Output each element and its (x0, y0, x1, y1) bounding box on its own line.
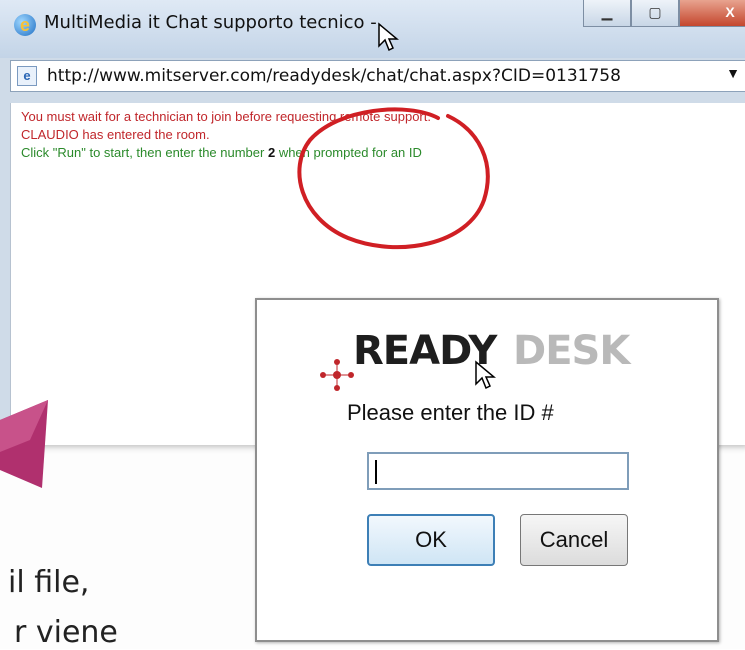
readydesk-logo: READY DESK (317, 320, 630, 391)
maximize-button[interactable]: ▢ (631, 0, 679, 27)
logo-desk-text: DESK (513, 328, 630, 374)
minimize-button[interactable]: ▁ (583, 0, 631, 27)
address-url[interactable]: http://www.mitserver.com/readydesk/chat/… (47, 66, 621, 86)
annotation-circle (297, 107, 490, 250)
ok-button[interactable]: OK (367, 514, 495, 566)
chat-message: CLAUDIO has entered the room. (21, 127, 210, 142)
close-button[interactable]: X (679, 0, 745, 27)
text-caret (375, 460, 377, 484)
id-entry-dialog: READY DESK Please enter the ID # OK Canc… (255, 298, 719, 642)
internet-explorer-icon: e (14, 14, 36, 36)
decorative-arrow-shape (0, 400, 48, 488)
id-prompt-label: Please enter the ID # (347, 400, 554, 425)
cancel-button[interactable]: Cancel (520, 514, 628, 566)
address-bar[interactable]: e http://www.mitserver.com/readydesk/cha… (10, 60, 745, 92)
address-dropdown-icon[interactable]: ▼ (726, 65, 740, 81)
window-title: MultiMedia it Chat supporto tecnico - (44, 12, 377, 33)
title-bar[interactable]: e MultiMedia it Chat supporto tecnico - … (0, 0, 745, 58)
slide-text: r viene (14, 615, 118, 650)
mouse-cursor-icon (378, 22, 399, 52)
id-input[interactable] (367, 452, 629, 490)
logo-star-icon (320, 359, 354, 391)
slide-text: il file, (8, 565, 90, 600)
window-controls: ▁ ▢ X (583, 0, 745, 30)
mouse-cursor-icon (475, 360, 496, 390)
chat-message-text: Click "Run" to start, then enter the num… (21, 145, 268, 160)
page-icon: e (17, 66, 37, 86)
